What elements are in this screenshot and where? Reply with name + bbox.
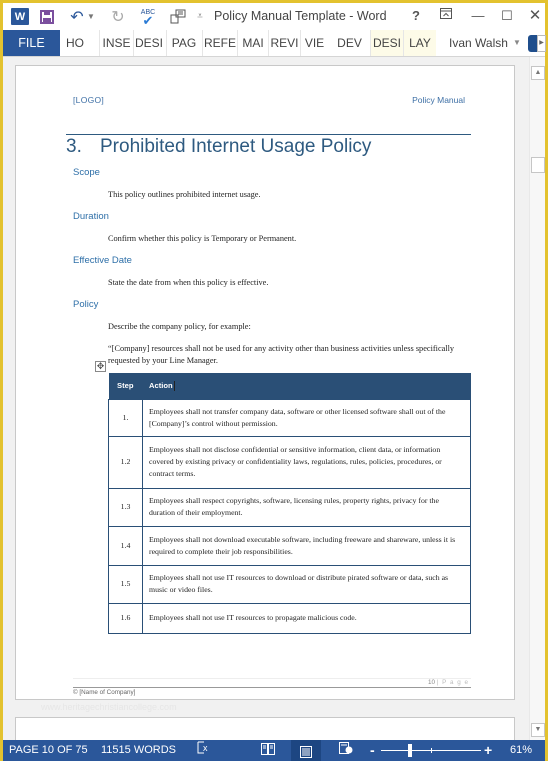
tab-view[interactable]: VIE xyxy=(300,30,328,56)
column-header-action-label: Action xyxy=(149,380,173,390)
table-row: 1.3 Employees shall respect copyrights, … xyxy=(108,487,471,527)
table-row: 1.5 Employees shall not use IT resources… xyxy=(108,564,471,604)
footer-page-label: | P a g e xyxy=(436,679,469,686)
table-cell-action[interactable]: Employees shall not disclose confidentia… xyxy=(142,435,471,489)
web-layout-icon[interactable] xyxy=(339,740,353,761)
table-move-handle-icon[interactable]: ✥ xyxy=(95,361,106,372)
policy-quote: “[Company] resources shall not be used f… xyxy=(108,344,455,365)
table-cell-action[interactable]: Employees shall not transfer company dat… xyxy=(142,398,471,437)
word-count-status[interactable]: 11515 WORDS xyxy=(101,740,176,761)
footer-page-num: 10 xyxy=(428,679,436,686)
table-row: 1. Employees shall not transfer company … xyxy=(108,398,471,437)
page-heading: 3. Prohibited Internet Usage Policy xyxy=(66,136,371,158)
table-header-row: Step Action xyxy=(108,373,471,399)
scroll-thumb[interactable] xyxy=(531,157,545,173)
ribbon-display-options-button[interactable] xyxy=(436,7,456,25)
table-row: 1.2 Employees shall not disclose confide… xyxy=(108,435,471,489)
table-cell-step[interactable]: 1.6 xyxy=(108,602,143,634)
heading-number: 3. xyxy=(66,136,82,157)
minimize-button[interactable]: — xyxy=(468,7,488,25)
print-layout-icon[interactable] xyxy=(291,740,321,761)
tab-mailings[interactable]: MAI xyxy=(237,30,268,56)
zoom-level[interactable]: 61% xyxy=(510,740,532,761)
watermark-text: www.heritagechristiancollege.com xyxy=(41,702,177,712)
table-cell-action[interactable]: Employees shall not download executable … xyxy=(142,525,471,566)
tab-home[interactable]: HO xyxy=(60,30,90,56)
vertical-scrollbar[interactable]: ▲ ▼ xyxy=(529,57,545,740)
undo-dropdown-icon[interactable]: ▼ xyxy=(87,8,95,25)
word-window: W ↶ ▼ ↻ ABC ✔ ⩡ Policy Manual Template - … xyxy=(3,3,546,761)
tab-developer[interactable]: DEV xyxy=(333,30,366,56)
tab-page-layout[interactable]: PAG xyxy=(166,30,201,56)
table-cell-action[interactable]: Employees shall not use IT resources to … xyxy=(142,602,471,634)
user-account[interactable]: Ivan Walsh xyxy=(449,30,508,56)
scroll-down-icon[interactable]: ▼ xyxy=(531,723,545,737)
header-title: Policy Manual xyxy=(412,95,465,105)
table-cell-step[interactable]: 1.4 xyxy=(108,525,143,566)
document-area: [LOGO] Policy Manual 3. Prohibited Intern… xyxy=(3,57,529,740)
tab-insert[interactable]: INSE xyxy=(99,30,133,56)
section-heading-effective-date: Effective Date xyxy=(73,255,132,266)
customize-quick-access-icon[interactable]: ⩡ xyxy=(195,8,205,25)
tab-file[interactable]: FILE xyxy=(3,30,60,56)
table-cell-action[interactable]: Employees shall respect copyrights, soft… xyxy=(142,487,471,527)
zoom-out-button[interactable]: - xyxy=(370,740,375,761)
table-cell-step[interactable]: 1. xyxy=(108,398,143,437)
tab-table-design[interactable]: DESI xyxy=(370,30,403,56)
title-bar: W ↶ ▼ ↻ ABC ✔ ⩡ Policy Manual Template - … xyxy=(3,3,545,30)
footer-rule xyxy=(73,687,471,688)
section-body-policy: Describe the company policy, for example… xyxy=(108,322,251,331)
save-icon[interactable] xyxy=(39,8,55,25)
table-cell-step[interactable]: 1.5 xyxy=(108,564,143,604)
proofing-icon[interactable]: x xyxy=(197,740,211,761)
footer-page-number: 10 | P a g e xyxy=(428,679,469,686)
help-button[interactable]: ? xyxy=(406,7,426,25)
next-page[interactable] xyxy=(15,717,515,740)
table-row: 1.6 Employees shall not use IT resources… xyxy=(108,602,471,634)
zoom-in-button[interactable]: + xyxy=(484,740,492,761)
header-logo: [LOGO] xyxy=(73,95,105,105)
zoom-slider-thumb[interactable] xyxy=(408,744,412,757)
section-body-scope: This policy outlines prohibited internet… xyxy=(108,190,261,199)
footer-copyright: © [Name of Company] xyxy=(73,689,136,696)
tab-review[interactable]: REVI xyxy=(268,30,300,56)
form-icon[interactable] xyxy=(169,8,187,25)
redo-icon[interactable]: ↻ xyxy=(110,8,126,26)
column-header-step[interactable]: Step xyxy=(108,373,143,399)
spelling-icon[interactable]: ABC ✔ xyxy=(139,8,157,27)
policy-table: Step Action 1. Employees shall not trans… xyxy=(108,373,471,634)
undo-icon[interactable]: ↶ xyxy=(69,8,85,26)
ribbon-tabs: FILE HO INSE DESI PAG REFE MAI REVI VIE … xyxy=(3,30,546,57)
read-mode-icon[interactable] xyxy=(261,740,275,761)
table-cell-action[interactable]: Employees shall not use IT resources to … xyxy=(142,564,471,604)
table-row: 1.4 Employees shall not download executa… xyxy=(108,525,471,566)
tab-design[interactable]: DESI xyxy=(133,30,164,56)
maximize-button[interactable]: ☐ xyxy=(497,7,517,25)
user-dropdown-icon[interactable]: ▼ xyxy=(513,30,521,56)
document-page[interactable]: [LOGO] Policy Manual 3. Prohibited Intern… xyxy=(15,65,515,700)
section-body-duration: Confirm whether this policy is Temporary… xyxy=(108,234,297,243)
footer-rule-top xyxy=(73,678,471,679)
section-heading-duration: Duration xyxy=(73,211,109,222)
svg-text:x: x xyxy=(203,743,208,753)
table-cell-step[interactable]: 1.2 xyxy=(108,435,143,489)
scroll-up-icon[interactable]: ▲ xyxy=(531,66,545,80)
heading-rule xyxy=(66,134,471,135)
page-count-status[interactable]: PAGE 10 OF 75 xyxy=(9,740,88,761)
column-header-action[interactable]: Action xyxy=(142,373,471,399)
tab-references[interactable]: REFE xyxy=(202,30,237,56)
close-button[interactable]: ✕ xyxy=(525,7,545,25)
table-cell-step[interactable]: 1.3 xyxy=(108,487,143,527)
window-title: Policy Manual Template - Word xyxy=(214,9,387,23)
status-bar: PAGE 10 OF 75 11515 WORDS x - + 61% xyxy=(3,740,545,761)
heading-text: Prohibited Internet Usage Policy xyxy=(100,136,372,157)
ribbon-scroll-right-icon[interactable]: ▶ xyxy=(537,35,546,52)
section-body-effective-date: State the date from when this policy is … xyxy=(108,278,269,287)
section-heading-policy: Policy xyxy=(73,299,99,310)
section-heading-scope: Scope xyxy=(73,167,100,178)
zoom-slider-midpoint xyxy=(431,748,432,753)
text-cursor xyxy=(173,380,175,391)
tab-table-layout[interactable]: LAY xyxy=(403,30,436,56)
word-app-icon[interactable]: W xyxy=(11,8,29,25)
